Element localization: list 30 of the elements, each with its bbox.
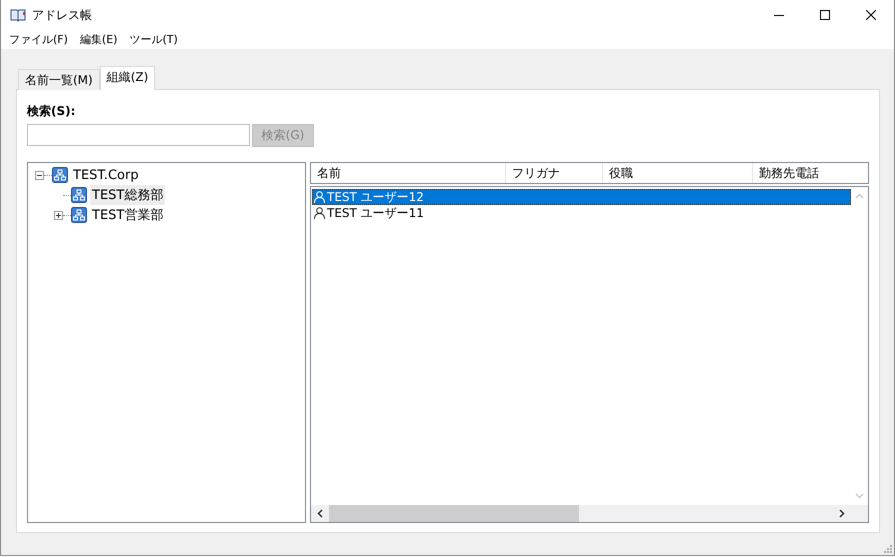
org-chart-icon [71,207,87,223]
tree-item[interactable]: TEST総務部 [90,185,166,205]
window-title: アドレス帳 [32,6,92,24]
tab[interactable]: 組織(Z) [100,66,156,90]
tab[interactable]: 名前一覧(M) [18,69,100,90]
horizontal-scrollbar[interactable] [311,505,868,522]
expand-icon[interactable] [54,210,63,220]
column-header[interactable]: 役職 [603,163,753,183]
person-icon [314,191,325,203]
column-header[interactable]: 名前 [311,163,506,183]
search-field[interactable] [27,124,250,146]
book-icon [10,8,26,22]
tree-item[interactable]: TEST営業部 [90,205,166,225]
menu-item[interactable]: ツール(T) [123,32,184,47]
table-row[interactable]: TEST ユーザー11 [312,205,851,221]
tree-item[interactable]: TEST.Corp [71,166,141,184]
org-chart-icon [52,167,68,183]
menu-item[interactable]: 編集(E) [74,32,124,47]
column-header[interactable]: フリガナ [506,163,603,183]
close-icon[interactable] [866,10,876,20]
menu-item[interactable]: ファイル(F) [3,32,74,47]
scrollbar-thumb[interactable] [329,505,579,522]
org-chart-icon [71,187,87,203]
maximize-icon[interactable] [820,10,830,20]
search-label: 検索(S): [27,103,76,120]
collapse-icon[interactable] [35,170,44,180]
person-icon [314,207,325,219]
resize-grip-icon[interactable] [884,545,892,553]
column-header[interactable]: 勤務先電話 [753,163,868,183]
table-row[interactable]: TEST ユーザー12 [312,189,851,205]
